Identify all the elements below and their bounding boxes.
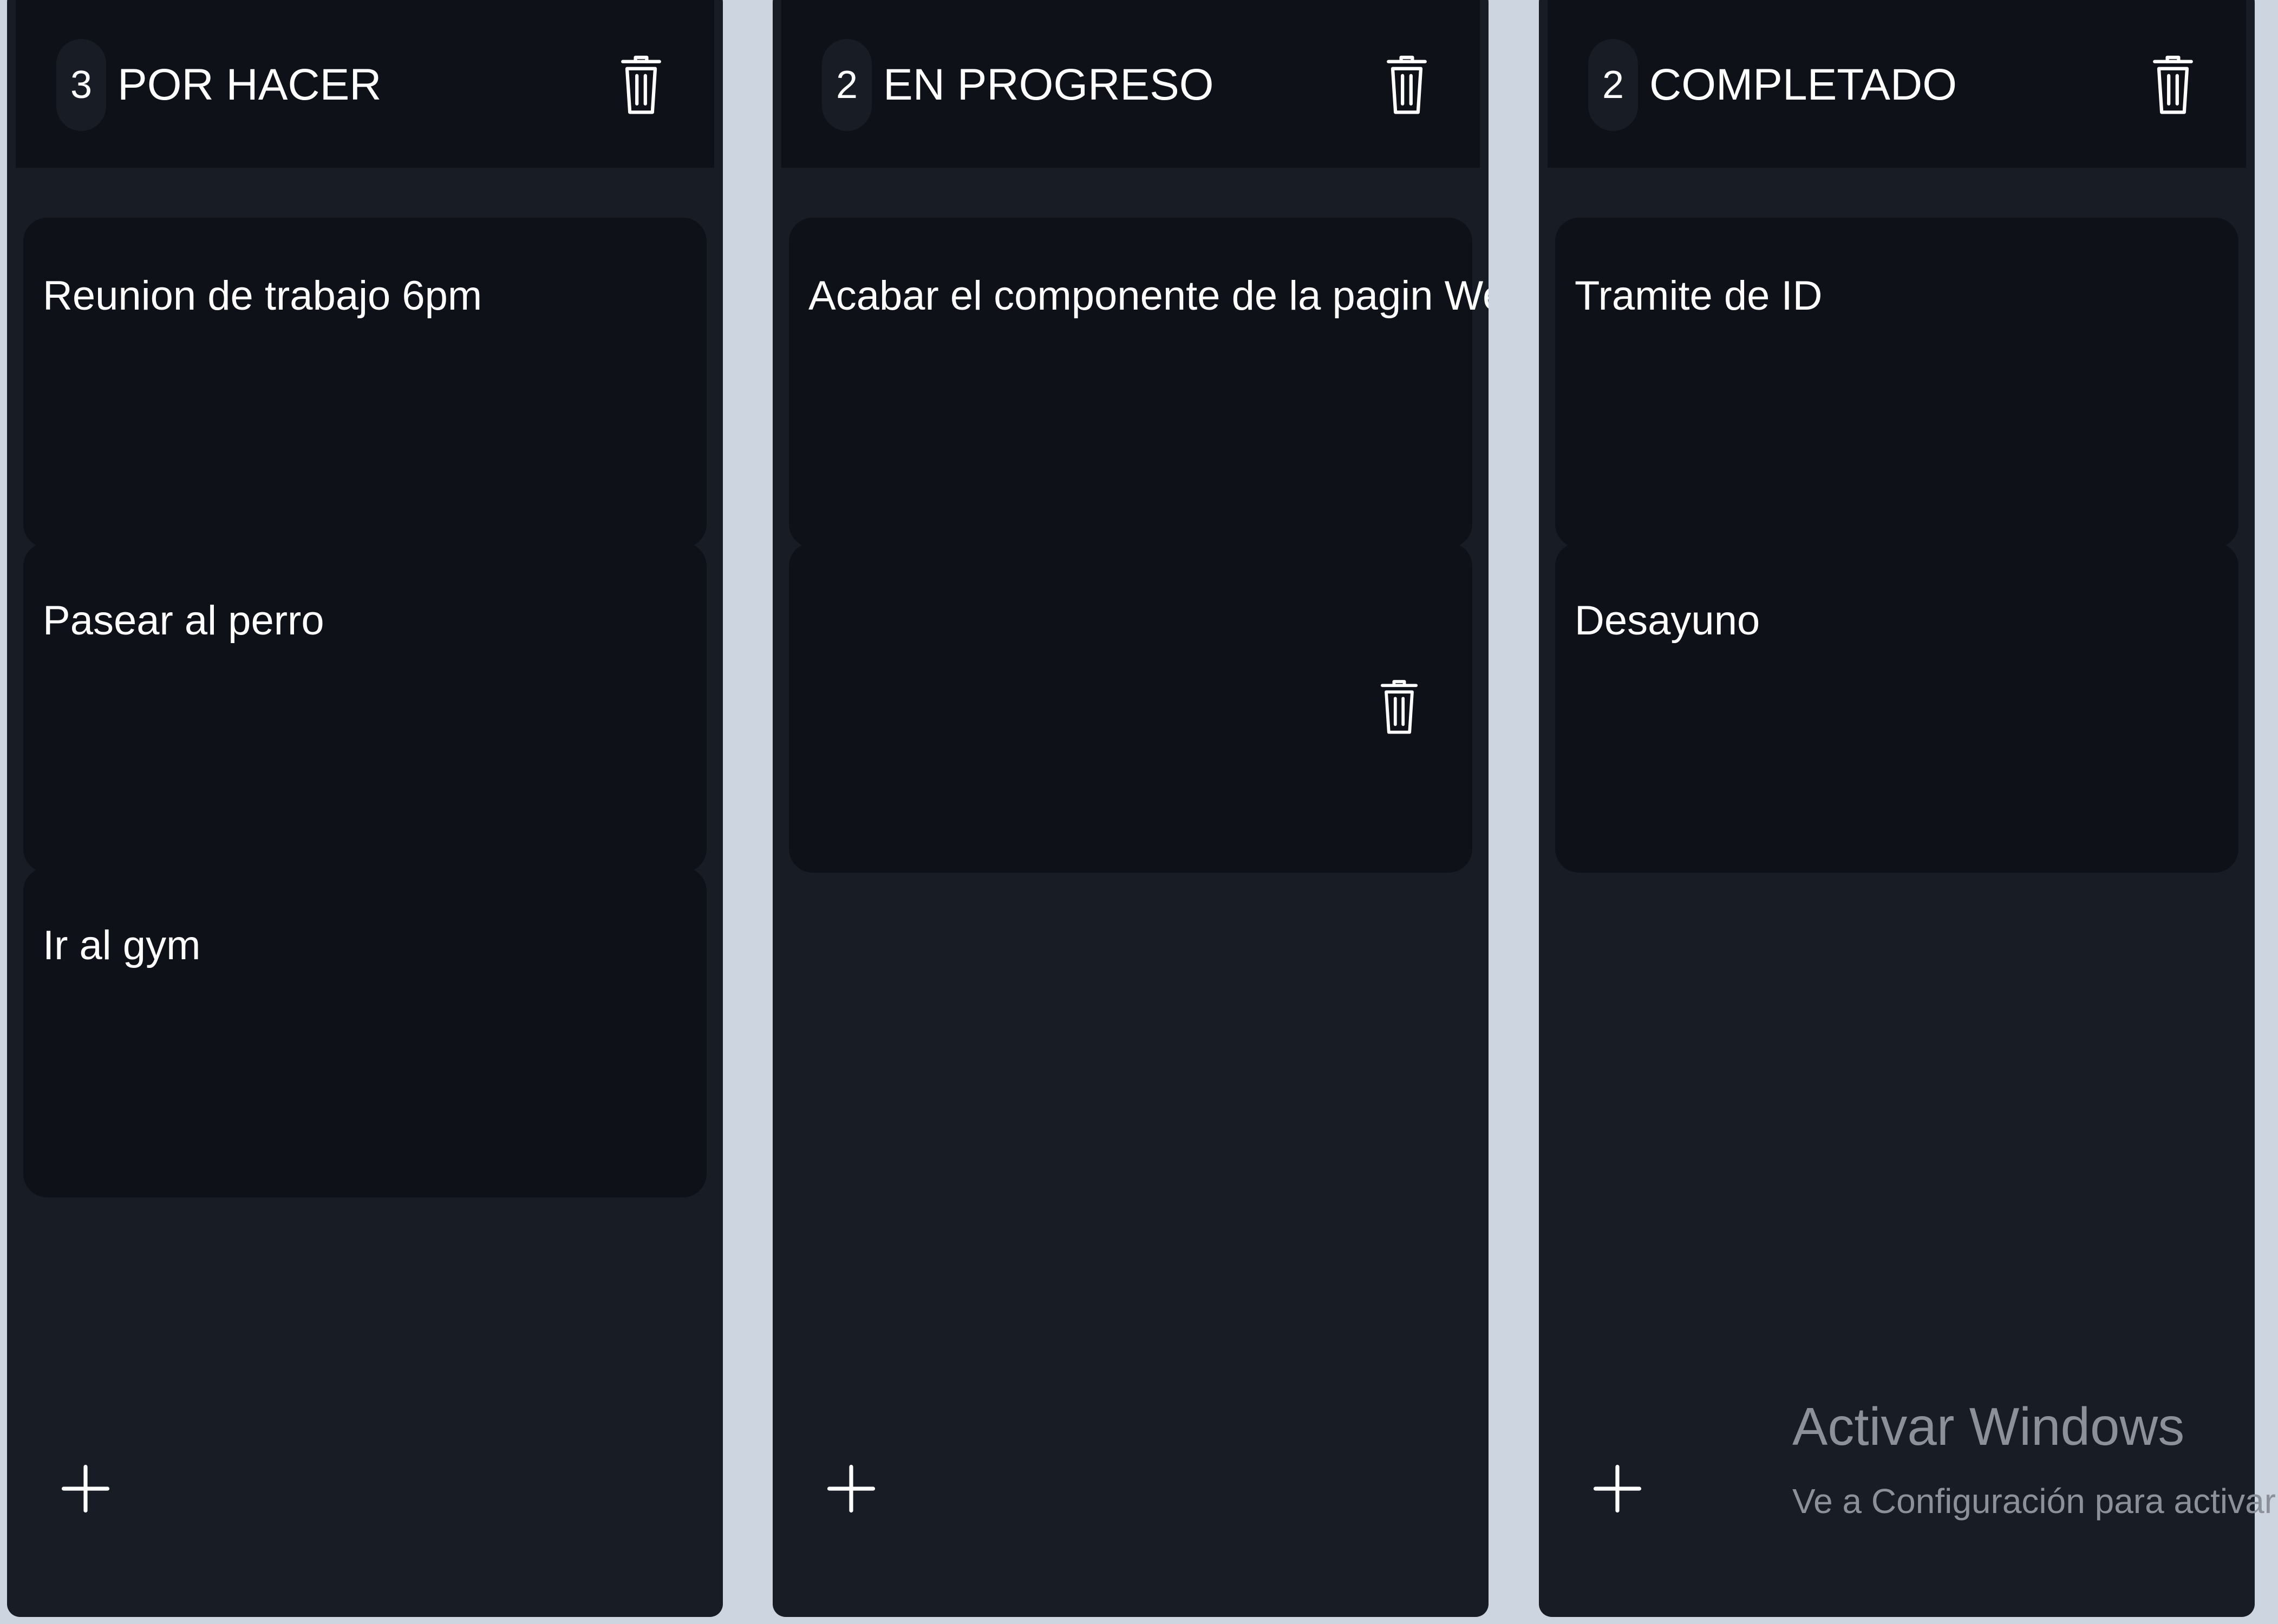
- delete-column-button[interactable]: [620, 52, 662, 119]
- plus-icon: [827, 1464, 876, 1513]
- add-task-button[interactable]: [1593, 1464, 1642, 1513]
- task-card[interactable]: Reunion de trabajo 6pm: [23, 218, 707, 548]
- watermark-subtitle: Ve a Configuración para activar Windows.: [1792, 1482, 2278, 1521]
- trash-icon: [1380, 680, 1418, 734]
- column-title[interactable]: POR HACER: [118, 39, 382, 131]
- delete-task-button[interactable]: [1380, 672, 1419, 743]
- column-en-progreso: 2 EN PROGRESO Acabar el componente de la…: [773, 0, 1489, 1617]
- delete-column-button[interactable]: [2152, 52, 2194, 119]
- column-header[interactable]: 3 POR HACER: [16, 0, 714, 168]
- task-count-badge: 2: [1588, 39, 1638, 131]
- add-task-button[interactable]: [61, 1464, 110, 1513]
- column-por-hacer: 3 POR HACER Reunion de trabajo 6pm Pasea…: [7, 0, 723, 1617]
- task-text[interactable]: Tramite de ID: [1575, 266, 2217, 326]
- task-count-badge: 3: [56, 39, 106, 131]
- task-text[interactable]: Desayuno: [1575, 591, 2217, 651]
- task-text[interactable]: Reunion de trabajo 6pm: [43, 266, 685, 326]
- task-count-badge: 2: [822, 39, 872, 131]
- add-task-button[interactable]: [827, 1464, 876, 1513]
- trash-icon: [1387, 55, 1427, 114]
- plus-icon: [61, 1464, 110, 1513]
- task-card[interactable]: [789, 542, 1472, 873]
- task-text[interactable]: Pasear al perro: [43, 591, 685, 651]
- task-card[interactable]: Ir al gym: [23, 867, 707, 1197]
- watermark-title: Activar Windows: [1792, 1397, 2185, 1456]
- column-header[interactable]: 2 COMPLETADO: [1548, 0, 2246, 168]
- kanban-board: 3 POR HACER Reunion de trabajo 6pm Pasea…: [0, 0, 2278, 1624]
- task-card[interactable]: Desayuno: [1555, 542, 2238, 873]
- task-card[interactable]: Tramite de ID: [1555, 218, 2238, 548]
- task-card[interactable]: Pasear al perro: [23, 542, 707, 873]
- column-title[interactable]: COMPLETADO: [1649, 39, 1957, 131]
- windows-activation-watermark: Activar Windows Ve a Configuración para …: [1792, 1386, 2278, 1531]
- trash-icon: [2153, 55, 2193, 114]
- task-text[interactable]: Ir al gym: [43, 916, 685, 975]
- column-title[interactable]: EN PROGRESO: [883, 39, 1214, 131]
- task-text[interactable]: Acabar el componente de la pagin Web: [808, 266, 1489, 326]
- column-completado: 2 COMPLETADO Tramite de ID Desayuno: [1539, 0, 2255, 1617]
- trash-icon: [621, 55, 661, 114]
- plus-icon: [1593, 1464, 1642, 1513]
- delete-column-button[interactable]: [1386, 52, 1428, 119]
- column-header[interactable]: 2 EN PROGRESO: [781, 0, 1480, 168]
- task-card[interactable]: Acabar el componente de la pagin Web: [789, 218, 1489, 548]
